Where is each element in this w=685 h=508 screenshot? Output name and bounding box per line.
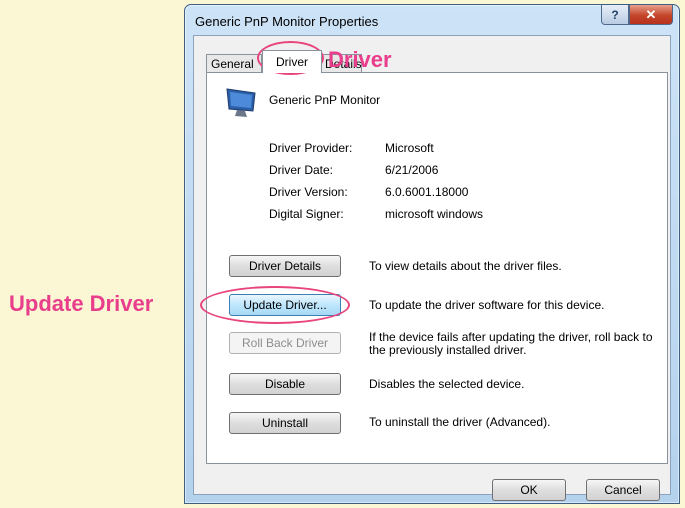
disable-button[interactable]: Disable xyxy=(229,373,341,395)
uninstall-button[interactable]: Uninstall xyxy=(229,412,341,434)
roll-back-driver-button[interactable]: Roll Back Driver xyxy=(229,332,341,354)
driver-provider-value: Microsoft xyxy=(385,141,434,155)
help-button[interactable]: ? xyxy=(601,5,629,25)
driver-details-button[interactable]: Driver Details xyxy=(229,255,341,277)
digital-signer-value: microsoft windows xyxy=(385,207,484,221)
dialog-client-area: General Details Driver Generic PnP Monit… xyxy=(193,35,671,501)
update-driver-highlight xyxy=(200,286,350,324)
disable-description: Disables the selected device. xyxy=(369,377,525,391)
tab-driver[interactable]: Driver xyxy=(262,50,322,73)
uninstall-description: To uninstall the driver (Advanced). xyxy=(369,415,551,429)
digital-signer-label: Digital Signer: xyxy=(269,207,344,221)
device-name: Generic PnP Monitor xyxy=(269,93,381,107)
close-icon: ✕ xyxy=(645,6,657,22)
title-bar[interactable]: Generic PnP Monitor Properties ? ✕ xyxy=(185,5,679,35)
driver-provider-label: Driver Provider: xyxy=(269,141,353,155)
monitor-icon xyxy=(226,88,256,117)
update-driver-annotation-label: Update Driver xyxy=(9,291,154,316)
driver-version-value: 6.0.6001.18000 xyxy=(385,185,469,199)
driver-tab-panel: Generic PnP Monitor Driver Provider: Mic… xyxy=(206,72,668,464)
driver-details-description: To view details about the driver files. xyxy=(369,259,562,273)
update-driver-description: To update the driver software for this d… xyxy=(369,298,605,312)
help-icon: ? xyxy=(611,7,619,22)
driver-version-label: Driver Version: xyxy=(269,185,348,199)
roll-back-driver-description: If the device fails after updating the d… xyxy=(369,330,653,357)
properties-dialog: Generic PnP Monitor Properties ? ✕ Gener… xyxy=(184,4,680,504)
window-title: Generic PnP Monitor Properties xyxy=(195,14,379,29)
driver-annotation-label: Driver xyxy=(328,47,392,72)
ok-button[interactable]: OK xyxy=(492,479,566,501)
driver-date-value: 6/21/2006 xyxy=(385,163,439,177)
cancel-button[interactable]: Cancel xyxy=(586,479,660,501)
driver-date-label: Driver Date: xyxy=(269,163,334,177)
close-button[interactable]: ✕ xyxy=(629,5,673,25)
tab-general[interactable]: General xyxy=(206,54,262,72)
